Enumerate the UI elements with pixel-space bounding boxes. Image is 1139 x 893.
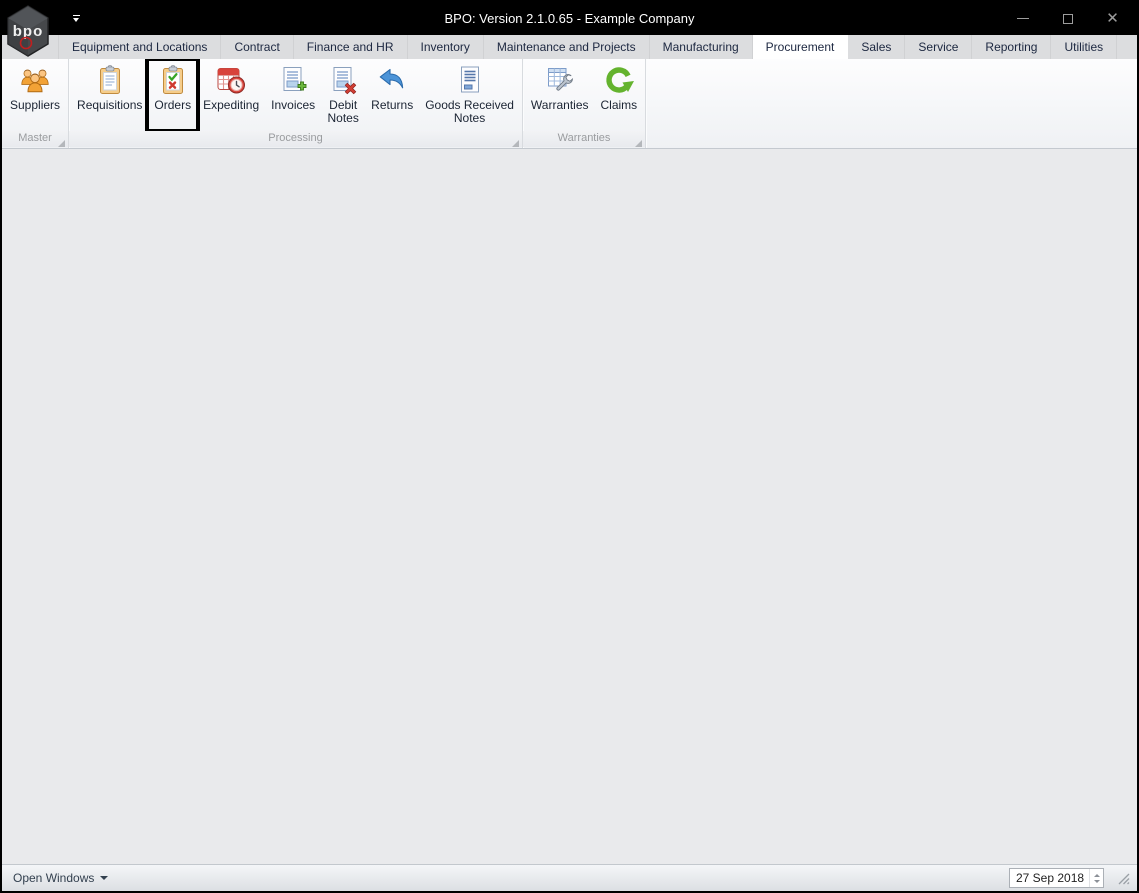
- app-logo: bpo: [5, 5, 51, 57]
- ribbon-group-processing: Requisitions Orders Expediting Invoices Debi…: [69, 57, 523, 148]
- ribbon-button-warranties[interactable]: Warranties: [526, 61, 594, 129]
- ribbon-group-caption: Processing: [69, 131, 522, 147]
- ribbon-group-warranties: Warranties Claims Warranties: [522, 59, 647, 148]
- ribbon-button-returns[interactable]: Returns: [366, 61, 418, 129]
- tab-utilities[interactable]: Utilities: [1051, 35, 1118, 59]
- spinner-down-icon[interactable]: [1093, 879, 1100, 883]
- open-windows-dropdown[interactable]: Open Windows: [9, 871, 112, 885]
- maximize-button[interactable]: [1045, 2, 1090, 35]
- ribbon-button-label: Debit Notes: [327, 98, 359, 125]
- dialog-launcher-icon[interactable]: [58, 137, 66, 147]
- close-icon: ✕: [1106, 10, 1119, 27]
- ribbon-group-caption-label: Processing: [268, 132, 323, 144]
- ribbon-group-caption-label: Master: [18, 132, 52, 144]
- warranties-icon: [544, 64, 576, 96]
- open-windows-label: Open Windows: [13, 871, 95, 885]
- ribbon-button-label: Goods Received Notes: [425, 98, 514, 125]
- tab-manufacturing[interactable]: Manufacturing: [650, 35, 753, 59]
- title-bar: BPO: Version 2.1.0.65 - Example Company …: [2, 2, 1137, 35]
- ribbon-button-invoices[interactable]: Invoices: [266, 61, 320, 129]
- goods-received-notes-icon: [454, 64, 486, 96]
- main-content-area: [2, 149, 1137, 864]
- date-spinner: [1089, 869, 1103, 887]
- minimize-icon: [1016, 18, 1029, 19]
- chevron-down-icon: [100, 876, 109, 880]
- tab-contract[interactable]: Contract: [221, 35, 294, 59]
- ribbon-button-label: Suppliers: [10, 98, 61, 112]
- requisitions-icon: [94, 64, 126, 96]
- expediting-icon: [215, 64, 247, 96]
- ribbon: Suppliers Master Requisitions Orders Expedit…: [2, 57, 1137, 149]
- date-value: 27 Sep 2018: [1016, 871, 1085, 885]
- tab-finance-and-hr[interactable]: Finance and HR: [294, 35, 408, 59]
- dialog-launcher-icon[interactable]: [635, 137, 643, 147]
- ribbon-group-caption: Master: [2, 131, 69, 147]
- ribbon-group-caption-label: Warranties: [557, 132, 611, 144]
- ribbon-button-label: Invoices: [271, 98, 316, 112]
- tab-service[interactable]: Service: [905, 35, 973, 59]
- minimize-button[interactable]: [1000, 2, 1045, 35]
- tab-reporting[interactable]: Reporting: [972, 35, 1052, 59]
- ribbon-button-requisitions[interactable]: Requisitions: [72, 61, 147, 129]
- tab-equipment-and-locations[interactable]: Equipment and Locations: [58, 35, 222, 59]
- date-picker[interactable]: 27 Sep 2018: [1009, 868, 1104, 888]
- tab-maintenance-and-projects[interactable]: Maintenance and Projects: [484, 35, 650, 59]
- returns-icon: [376, 64, 408, 96]
- orders-icon: [157, 64, 189, 96]
- quick-access-dropdown-icon[interactable]: [71, 15, 81, 22]
- tab-strip: Equipment and Locations Contract Finance a…: [2, 35, 1137, 59]
- ribbon-group-master: Suppliers Master: [2, 59, 70, 148]
- invoices-icon: [277, 64, 309, 96]
- maximize-icon: [1062, 13, 1073, 24]
- tab-sales[interactable]: Sales: [848, 35, 906, 59]
- ribbon-group-caption: Warranties: [522, 131, 646, 147]
- claims-icon: [603, 64, 635, 96]
- resize-grip-icon[interactable]: [1117, 872, 1130, 885]
- ribbon-button-suppliers[interactable]: Suppliers: [5, 61, 65, 129]
- close-button[interactable]: ✕: [1090, 2, 1135, 35]
- suppliers-icon: [19, 64, 51, 96]
- debit-notes-icon: [327, 64, 359, 96]
- ribbon-button-label: Requisitions: [77, 98, 143, 112]
- ribbon-button-label: Orders: [154, 98, 192, 112]
- window-controls: ✕: [1000, 2, 1135, 35]
- window-title: BPO: Version 2.1.0.65 - Example Company: [444, 11, 695, 26]
- ribbon-button-expediting[interactable]: Expediting: [198, 61, 264, 129]
- status-bar: Open Windows 27 Sep 2018: [2, 864, 1137, 891]
- ribbon-button-label: Warranties: [530, 98, 589, 112]
- ribbon-button-claims[interactable]: Claims: [596, 61, 643, 129]
- ribbon-button-label: Expediting: [203, 98, 260, 112]
- ribbon-button-orders[interactable]: Orders: [145, 57, 201, 133]
- ribbon-button-goods-received-notes[interactable]: Goods Received Notes: [420, 61, 519, 129]
- ribbon-button-debit-notes[interactable]: Debit Notes: [322, 61, 364, 129]
- tab-procurement[interactable]: Procurement: [752, 35, 849, 59]
- spinner-up-icon[interactable]: [1093, 873, 1100, 877]
- ribbon-button-label: Claims: [600, 98, 638, 112]
- status-bar-right: 27 Sep 2018: [1009, 868, 1130, 888]
- app-window: BPO: Version 2.1.0.65 - Example Company …: [0, 0, 1139, 893]
- ribbon-button-label: Returns: [371, 98, 414, 112]
- tab-inventory[interactable]: Inventory: [408, 35, 484, 59]
- dialog-launcher-icon[interactable]: [511, 137, 519, 147]
